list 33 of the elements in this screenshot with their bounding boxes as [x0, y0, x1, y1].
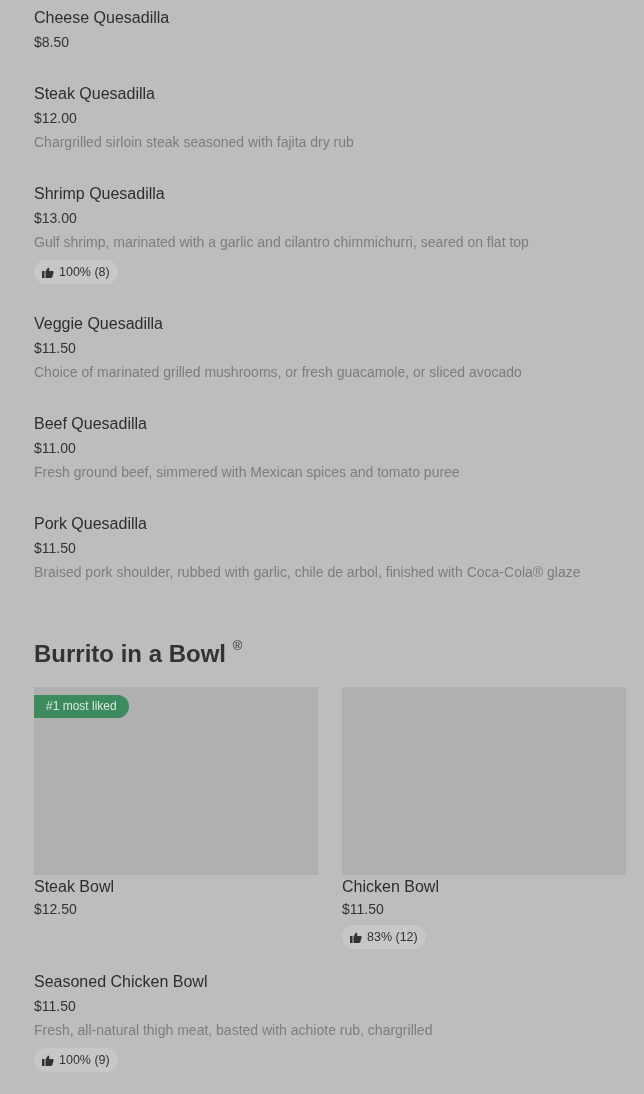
item-title: Pork Quesadilla	[34, 514, 147, 534]
item-description: Fresh ground beef, simmered with Mexican spices and tomato puree	[34, 463, 460, 482]
item-price: $11.00	[34, 439, 76, 458]
item-title: Steak Bowl	[34, 877, 115, 897]
item-title: Steak Quesadilla	[34, 84, 155, 104]
item-description: Fresh, all-natural thigh meat, basted with achiote rub, chargrilled	[34, 1021, 433, 1040]
thumbs-up-icon	[42, 266, 54, 278]
badge: #1 most liked	[34, 695, 129, 718]
thumbs-up-icon	[350, 931, 362, 943]
item-price: $11.50	[342, 900, 384, 919]
item-price: $13.00	[34, 209, 77, 228]
item-description: Chargrilled sirloin steak seasoned with fajita dry rub	[34, 133, 354, 152]
image-placeholder[interactable]	[34, 687, 318, 875]
item-description: Choice of marinated grilled mushrooms, or fresh guacamole, or sliced avocado	[34, 363, 522, 382]
item-title: Seasoned Chicken Bowl	[34, 972, 208, 992]
item-price: $12.00	[34, 109, 77, 128]
item-price: $11.50	[34, 997, 76, 1016]
item-price: $11.50	[34, 539, 76, 558]
item-description: Braised pork shoulder, rubbed with garlic, chile de arbol, finished with Coca-Cola® glaze	[34, 563, 581, 582]
item-title: Shrimp Quesadilla	[34, 184, 165, 204]
rating-text: 100% (9)	[59, 1053, 110, 1067]
rating-text: 83% (12)	[367, 930, 418, 944]
item-description: Gulf shrimp, marinated with a garlic and cilantro chimmichurri, seared on flat top	[34, 233, 529, 252]
item-price: $11.50	[34, 339, 76, 358]
section-heading: Burrito in a Bowl $^{®}$	[34, 638, 244, 669]
item-title: Chicken Bowl	[342, 877, 439, 897]
thumbs-up-icon	[42, 1054, 54, 1066]
rating-text: 100% (8)	[59, 265, 110, 279]
item-title: Veggie Quesadilla	[34, 314, 163, 334]
item-title: Beef Quesadilla	[34, 414, 147, 434]
item-price: $8.50	[34, 33, 70, 52]
item-title: Cheese Quesadilla	[34, 8, 170, 28]
item-price: $12.50	[34, 900, 77, 919]
